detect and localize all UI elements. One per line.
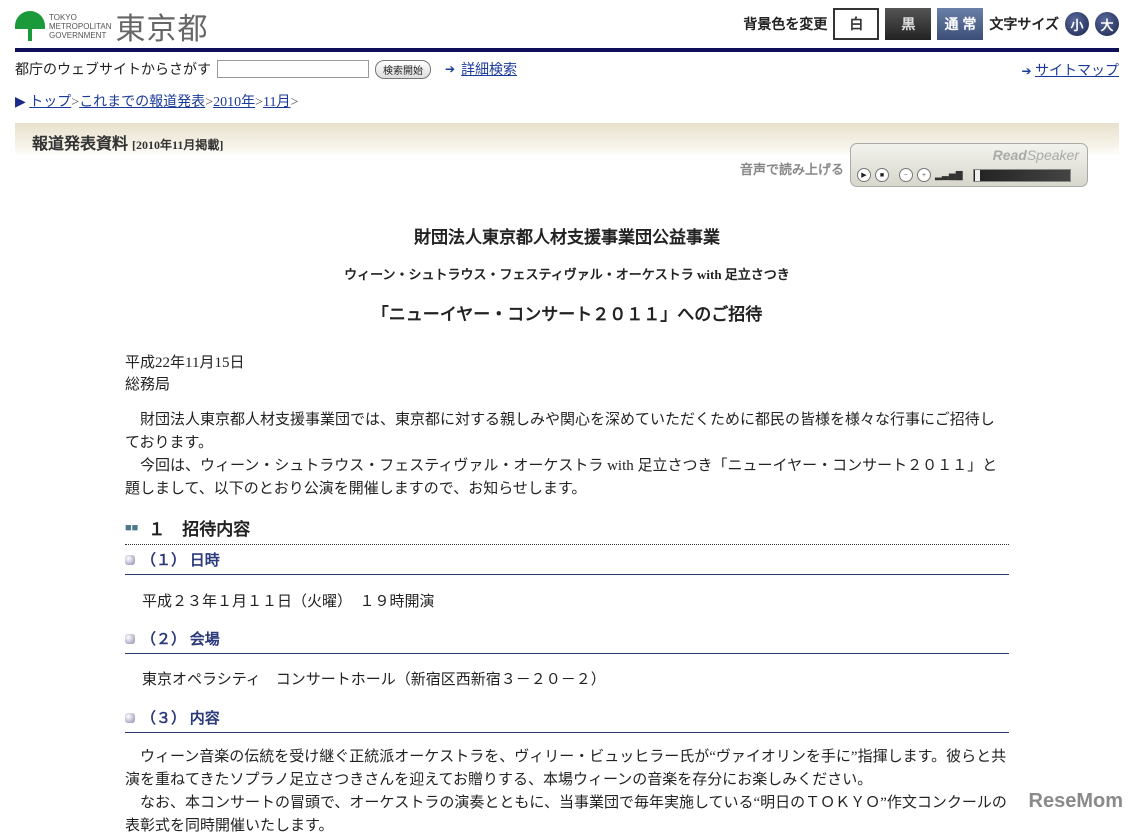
play-icon[interactable]: ▶ <box>857 168 871 182</box>
subsection-heading: （３） 内容 <box>125 707 1009 733</box>
breadcrumb-month[interactable]: 11月 <box>263 95 290 110</box>
subsection-3-title: （３） 内容 <box>141 711 220 727</box>
search-input[interactable] <box>217 60 369 78</box>
progress-slider[interactable] <box>972 168 1071 182</box>
doc-bureau: 総務局 <box>125 377 171 393</box>
volume-up-icon[interactable]: + <box>917 168 931 182</box>
readspeaker-brand: ReadSpeaker <box>993 147 1079 163</box>
breadcrumb-top[interactable]: トップ <box>29 95 71 110</box>
bullet-icon <box>125 633 135 644</box>
logo-en-2: METROPOLITAN <box>49 21 112 31</box>
advanced-search-link[interactable]: 詳細検索 <box>461 59 517 79</box>
readspeaker-player: ReadSpeaker ▶ ■ − + ▂▃▅▇ <box>850 143 1088 187</box>
readspeaker-label[interactable]: 音声で読み上げる <box>740 159 844 178</box>
breadcrumb-year[interactable]: 2010年 <box>213 95 255 110</box>
search-label: 都庁のウェブサイトからさがす <box>15 63 211 78</box>
site-search: 都庁のウェブサイトからさがす 検索開始 ➔ 詳細検索 <box>15 59 517 79</box>
subsection-2-title: （２） 会場 <box>141 632 220 648</box>
bg-black-button[interactable]: 黒 <box>885 8 932 40</box>
breadcrumb-press[interactable]: これまでの報道発表 <box>79 95 205 110</box>
doc-date: 平成22年11月15日 <box>125 355 245 371</box>
subsection-heading: （１） 日時 <box>125 549 1009 575</box>
arrow-right-icon: ➔ <box>1021 64 1032 78</box>
header-divider <box>15 48 1119 52</box>
band-date: [2010年11月掲載] <box>132 138 224 152</box>
stop-icon[interactable]: ■ <box>875 168 889 182</box>
datetime-text: 平成２３年１月１１日（火曜） １９時開演 <box>142 594 435 610</box>
content-paragraph-2: なお、本コンサートの冒頭で、オーケストラの演奏とともに、当事業団で毎年実施してい… <box>125 795 1007 834</box>
bullet-icon <box>125 712 135 723</box>
volume-down-icon[interactable]: − <box>899 168 913 182</box>
search-button[interactable]: 検索開始 <box>375 59 431 79</box>
bg-color-label: 背景色を変更 <box>743 16 828 32</box>
bg-white-button[interactable]: 白 <box>833 8 880 40</box>
sitemap-link[interactable]: サイトマップ <box>1035 64 1119 79</box>
logo-en-3: GOVERNMENT <box>49 30 107 40</box>
logo-en-1: TOKYO <box>49 12 77 22</box>
intro-paragraph-2: 今回は、ウィーン・シュトラウス・フェスティヴァル・オーケストラ with 足立さ… <box>125 458 998 497</box>
section-heading: ■■ １ 招待内容 <box>125 515 1009 545</box>
triangle-right-icon: ▶ <box>15 95 26 110</box>
font-small-button[interactable]: 小 <box>1065 12 1089 36</box>
breadcrumb: ▶ トップ>これまでの報道発表>2010年>11月> <box>15 95 299 110</box>
volume-level-icon: ▂▃▅▇ <box>935 169 963 180</box>
rs-brand-bold: Read <box>992 147 1027 163</box>
subsection-1-title: （１） 日時 <box>141 553 220 569</box>
band-title-text: 報道発表資料 <box>32 136 129 153</box>
band-title: 報道発表資料 [2010年11月掲載] <box>32 130 223 154</box>
subsection-heading: （２） 会場 <box>125 628 1009 654</box>
tokyo-logo[interactable]: TOKYO METROPOLITAN GOVERNMENT 東京都 <box>15 4 209 48</box>
bullet-icon <box>125 554 135 565</box>
venue-text: 東京オペラシティ コンサートホール（新宿区西新宿３－２０－２） <box>142 672 606 688</box>
grid-bullet-icon: ■■ <box>125 521 139 534</box>
doc-subtitle: ウィーン・シュトラウス・フェスティヴァル・オーケストラ with 足立さつき <box>344 267 790 282</box>
ginkgo-leaf-icon <box>15 11 45 41</box>
sitemap: ➔ サイトマップ <box>1013 60 1119 80</box>
doc-title: 財団法人東京都人材支援事業団公益事業 <box>414 228 720 247</box>
resemom-watermark: ReseMom <box>1028 790 1123 812</box>
arrow-right-icon: ➔ <box>445 61 456 76</box>
content-paragraph-1: ウィーン音楽の伝統を受け継ぐ正統派オーケストラを、ヴィリー・ビュッヒラー氏が“ヴ… <box>125 749 1007 788</box>
section-1-title: １ 招待内容 <box>148 520 251 539</box>
font-large-button[interactable]: 大 <box>1095 12 1119 36</box>
doc-heading: 「ニューイヤー・コンサート２０１１」へのご招待 <box>371 305 763 324</box>
display-controls: 背景色を変更 白 黒 通 常 文字サイズ 小 大 <box>743 8 1119 40</box>
intro-paragraph-1: 財団法人東京都人材支援事業団では、東京都に対する親しみや関心を深めていただくため… <box>125 412 995 451</box>
bg-normal-button[interactable]: 通 常 <box>937 8 984 40</box>
logo-jp: 東京都 <box>115 13 209 46</box>
rs-brand-rest: Speaker <box>1026 147 1079 163</box>
font-size-label: 文字サイズ <box>989 16 1059 32</box>
